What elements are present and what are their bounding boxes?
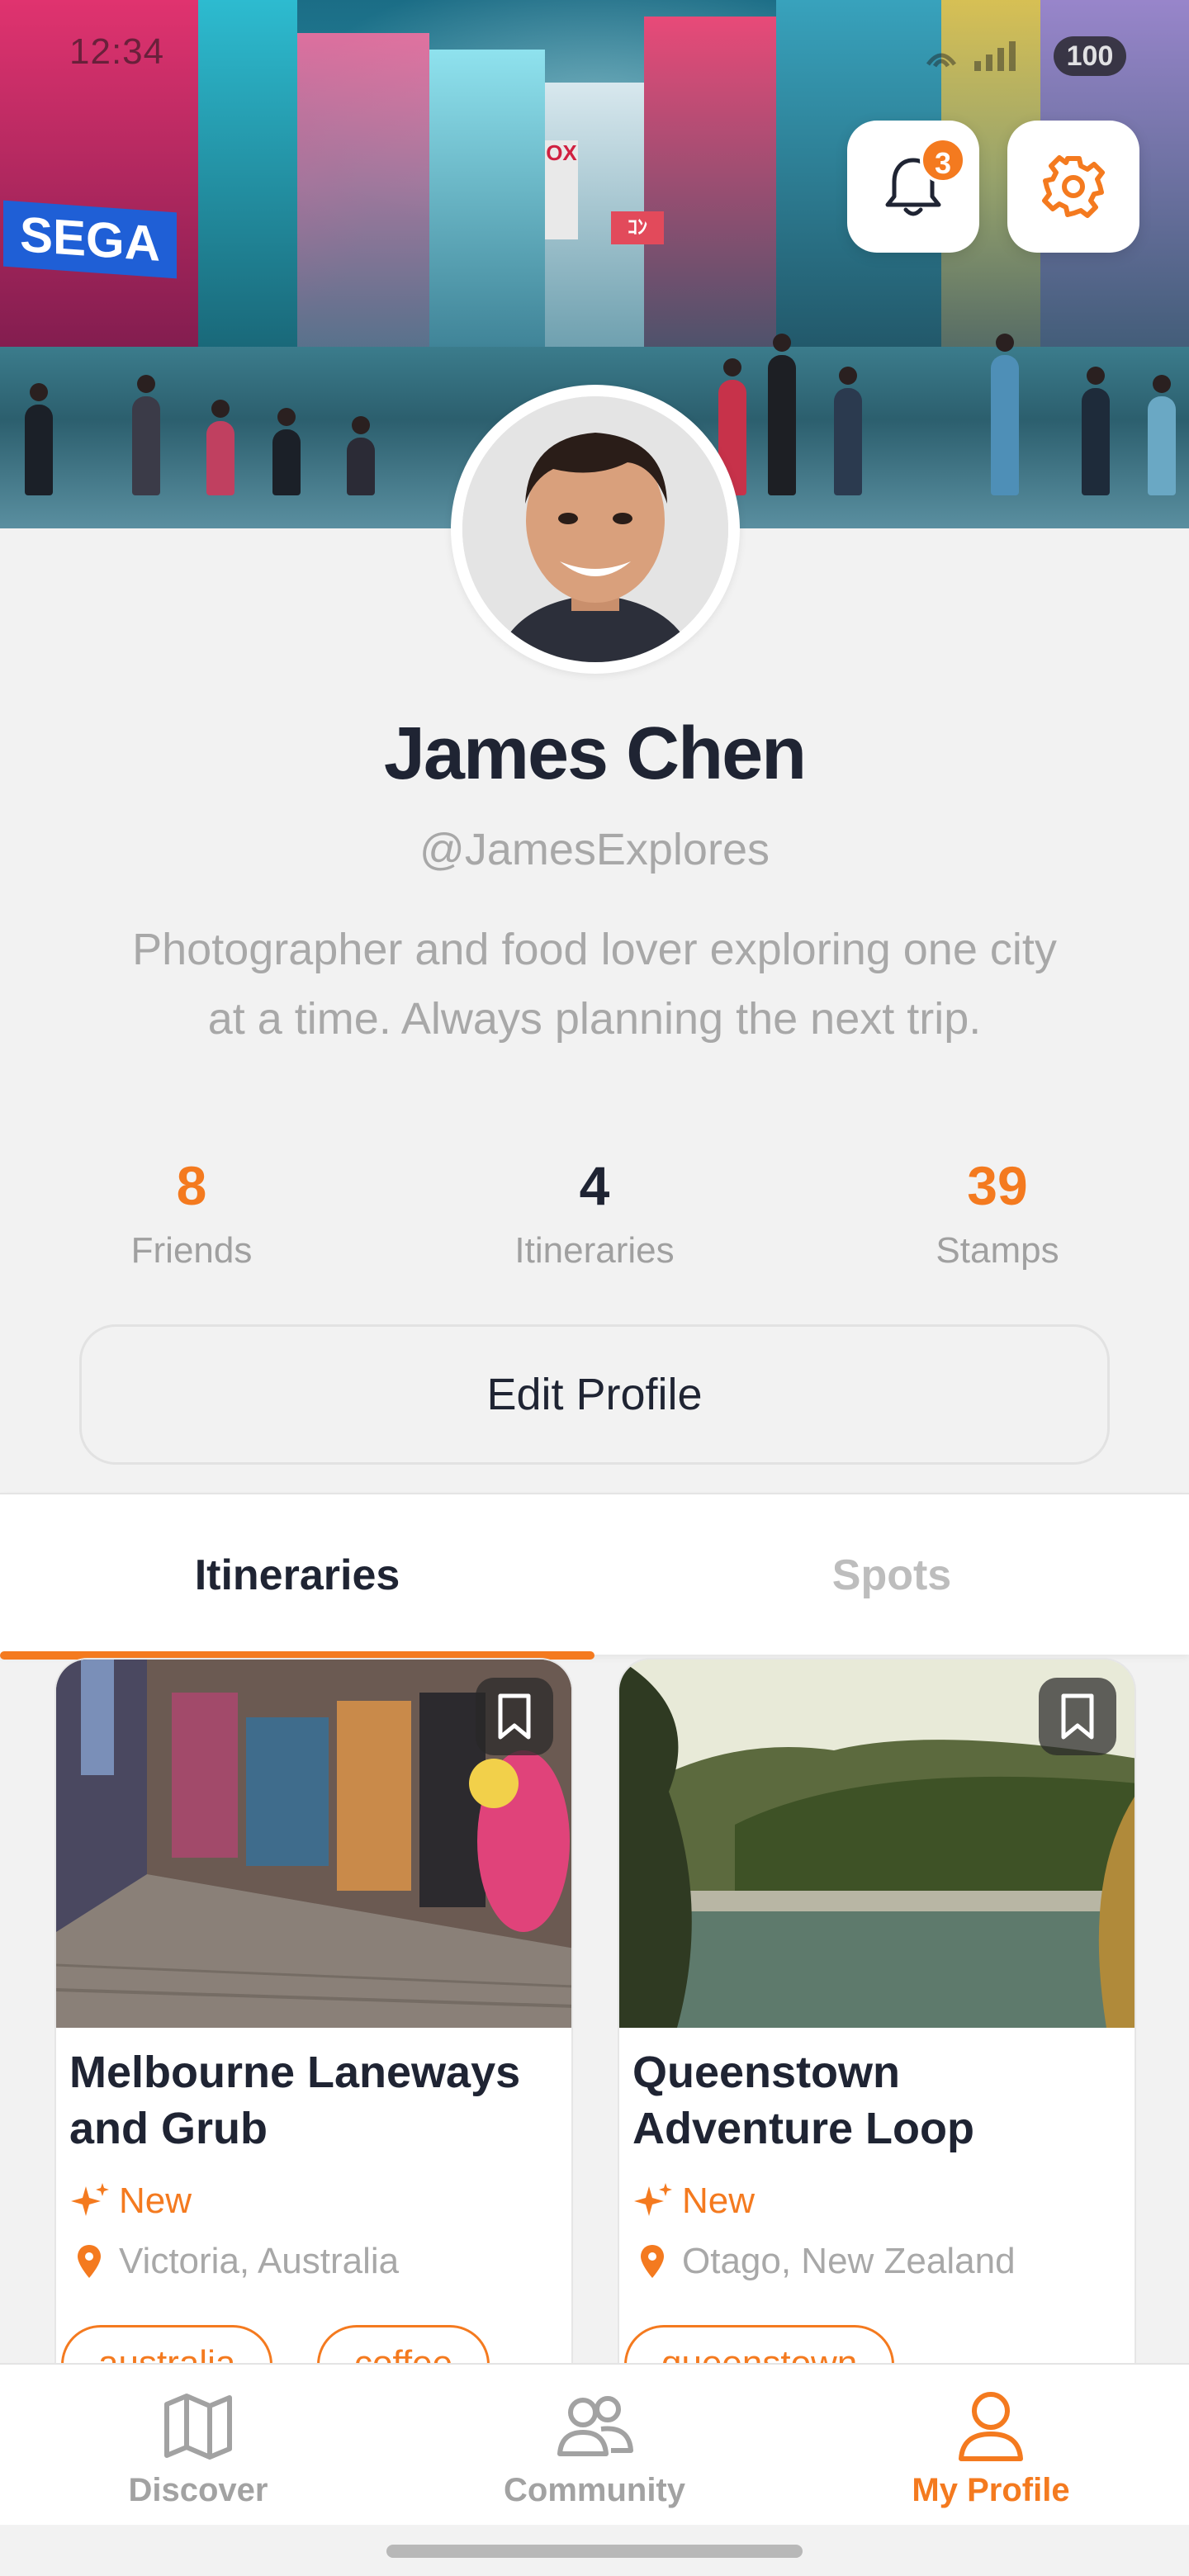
bookmark-button[interactable] <box>1039 1678 1116 1755</box>
itinerary-card[interactable]: Queenstown Adventure Loop New Otago, New… <box>618 1658 1136 2393</box>
sparkle-icon <box>71 2183 109 2216</box>
edit-profile-button[interactable]: Edit Profile <box>79 1324 1110 1465</box>
nav-label: My Profile <box>912 2472 1070 2508</box>
avatar[interactable] <box>451 385 740 674</box>
stat-friends[interactable]: 8 Friends <box>59 1154 324 1271</box>
new-label: New <box>69 2180 192 2223</box>
stat-value: 39 <box>967 1155 1028 1216</box>
tab-spots[interactable]: Spots <box>594 1494 1189 1656</box>
profile-tabs: Itineraries Spots <box>0 1493 1189 1660</box>
people-icon <box>557 2396 633 2456</box>
bookmark-icon <box>1061 1693 1094 1740</box>
itinerary-card[interactable]: Melbourne Laneways and Grub New Victoria… <box>54 1658 573 2393</box>
bookmark-button[interactable] <box>476 1678 553 1755</box>
map-icon <box>164 2394 232 2460</box>
settings-button[interactable] <box>1007 121 1139 253</box>
stat-value: 8 <box>176 1155 207 1216</box>
nav-community[interactable]: Community <box>396 2388 793 2509</box>
card-location: Victoria, Australia <box>69 2241 399 2282</box>
stat-stamps[interactable]: 39 Stamps <box>865 1154 1130 1271</box>
status-time: 12:34 <box>69 31 165 72</box>
profile-bio: Photographer and food lover exploring on… <box>132 925 1057 1044</box>
nav-my-profile[interactable]: My Profile <box>793 2388 1189 2509</box>
profile-handle: @JamesExplores <box>419 825 770 874</box>
card-location-text: Otago, New Zealand <box>682 2241 1016 2281</box>
avatar-photo <box>462 396 728 662</box>
bottom-nav: Discover Community My Profile <box>0 2363 1189 2525</box>
battery-indicator: 100 <box>1054 36 1126 76</box>
notifications-button[interactable]: 3 <box>847 121 979 253</box>
location-pin-icon <box>641 2245 664 2278</box>
card-status: New <box>682 2181 756 2221</box>
sparkle-icon <box>634 2183 672 2216</box>
tab-itineraries[interactable]: Itineraries <box>0 1494 594 1656</box>
card-location-text: Victoria, Australia <box>119 2241 400 2281</box>
card-title: Melbourne Laneways and Grub <box>69 2048 521 2153</box>
stat-itineraries[interactable]: 4 Itineraries <box>462 1154 727 1271</box>
bookmark-icon <box>498 1693 531 1740</box>
nav-label: Discover <box>128 2472 268 2508</box>
notification-badge: 3 <box>920 137 966 183</box>
stat-value: 4 <box>579 1155 610 1216</box>
new-label: New <box>632 2180 755 2223</box>
card-status: New <box>119 2181 192 2221</box>
location-pin-icon <box>78 2245 101 2278</box>
stat-label: Friends <box>130 1230 253 1271</box>
nav-discover[interactable]: Discover <box>0 2388 396 2509</box>
card-location: Otago, New Zealand <box>632 2241 1016 2282</box>
stat-label: Stamps <box>936 1230 1059 1271</box>
person-icon <box>959 2392 1023 2461</box>
home-indicator <box>386 2545 803 2558</box>
stat-label: Itineraries <box>514 1230 675 1271</box>
signal-icon <box>926 41 1016 71</box>
nav-label: Community <box>504 2472 685 2508</box>
gear-icon <box>1042 155 1105 218</box>
card-title: Queenstown Adventure Loop <box>632 2048 974 2153</box>
profile-name: James Chen <box>383 713 807 795</box>
